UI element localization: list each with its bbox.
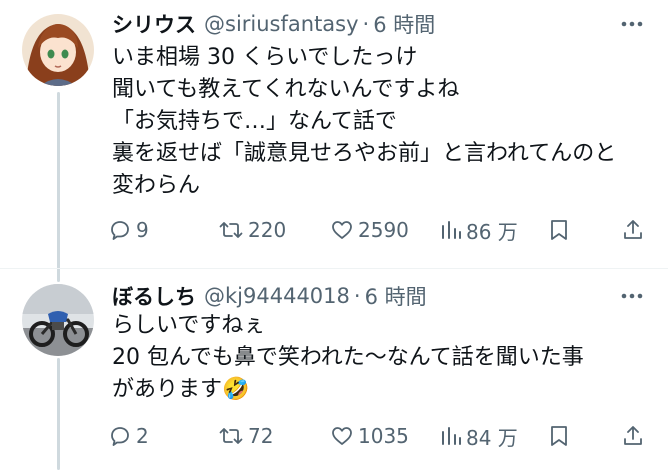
bookmark-icon	[551, 426, 567, 446]
like-button[interactable]: 1035	[330, 420, 409, 452]
share-upload-icon	[624, 220, 642, 239]
like-button[interactable]: 2590	[330, 214, 409, 246]
avatar[interactable]	[22, 14, 94, 86]
tweet-text-line: 20 包んでも鼻で笑われた〜なんて話を聞いた事	[112, 345, 584, 370]
bar-chart-icon	[442, 221, 461, 239]
views-count: 84 万	[466, 425, 518, 450]
rofl-emoji-icon: 🤣	[222, 377, 250, 402]
reply-button[interactable]: 2	[108, 420, 149, 452]
display-name[interactable]: シリウス	[112, 9, 196, 39]
more-button[interactable]	[618, 282, 646, 310]
handle[interactable]: @siriusfantasy	[204, 12, 359, 36]
bookmark-button[interactable]	[548, 420, 570, 452]
reply-bubble-icon	[111, 427, 129, 446]
retweet-count: 72	[248, 424, 274, 448]
tweet-header: シリウス @siriusfantasy · 6 時間	[112, 8, 435, 40]
separator-dot: ·	[353, 284, 361, 308]
tweet-borschi[interactable]: ぼるしち @kj94444018 · 6 時間 らしいですねぇ 20 包んでも鼻…	[0, 270, 668, 470]
more-button[interactable]	[618, 10, 646, 38]
action-bar: 2 72 1035 84 万	[108, 420, 648, 452]
avatar[interactable]	[22, 284, 94, 356]
tweet-text-line: 変わらん	[112, 173, 201, 198]
tweet-header: ぼるしち @kj94444018 · 6 時間	[112, 280, 427, 312]
tweet-text-line: 「お気持ちで…」なんて話で	[112, 109, 397, 134]
tweet-text-line: いま相場 30 くらいでしたっけ	[112, 45, 418, 70]
views-button[interactable]: 86 万	[440, 214, 518, 246]
action-bar: 9 220 2590 86 万	[108, 214, 648, 246]
views-button[interactable]: 84 万	[440, 420, 518, 452]
retweet-icon	[219, 428, 243, 444]
share-button[interactable]	[622, 420, 644, 452]
share-button[interactable]	[622, 214, 644, 246]
timestamp[interactable]: 6 時間	[373, 9, 435, 39]
handle[interactable]: @kj94444018	[204, 284, 350, 308]
bookmark-icon	[551, 220, 567, 240]
more-dots-icon	[621, 21, 643, 27]
retweet-count: 220	[248, 218, 287, 242]
retweet-icon	[219, 222, 243, 238]
bookmark-button[interactable]	[548, 214, 570, 246]
tweet-sirius[interactable]: シリウス @siriusfantasy · 6 時間 いま相場 30 くらいでし…	[0, 0, 668, 270]
tweet-divider	[0, 268, 668, 269]
views-count: 86 万	[466, 219, 518, 244]
share-upload-icon	[624, 426, 642, 445]
bar-chart-icon	[442, 427, 461, 445]
reply-count: 9	[136, 218, 149, 242]
tweet-text-line: があります🤣	[112, 374, 584, 406]
tweet-text: いま相場 30 くらいでしたっけ 聞いても教えてくれないんですよね 「お気持ちで…	[112, 42, 616, 202]
reply-count: 2	[136, 424, 149, 448]
like-count: 1035	[358, 424, 409, 448]
heart-icon	[332, 427, 352, 445]
retweet-button[interactable]: 72	[218, 420, 273, 452]
tweet-text-line: 聞いても教えてくれないんですよね	[112, 77, 460, 102]
separator-dot: ·	[362, 12, 370, 36]
reply-bubble-icon	[111, 221, 129, 240]
like-count: 2590	[358, 218, 409, 242]
timestamp[interactable]: 6 時間	[365, 281, 427, 311]
thread-connector-line	[57, 358, 60, 470]
tweet-text-line: 裏を返せば「誠意見せろやお前」と言われてんのと	[112, 141, 617, 166]
tweet-text-segment: があります	[112, 377, 223, 402]
tweet-text: らしいですねぇ 20 包んでも鼻で笑われた〜なんて話を聞いた事 があります🤣	[112, 310, 584, 406]
display-name[interactable]: ぼるしち	[112, 281, 196, 311]
tweet-text-line: らしいですねぇ	[112, 313, 266, 338]
more-dots-icon	[621, 293, 643, 299]
reply-button[interactable]: 9	[108, 214, 149, 246]
heart-icon	[332, 221, 352, 239]
retweet-button[interactable]: 220	[218, 214, 286, 246]
